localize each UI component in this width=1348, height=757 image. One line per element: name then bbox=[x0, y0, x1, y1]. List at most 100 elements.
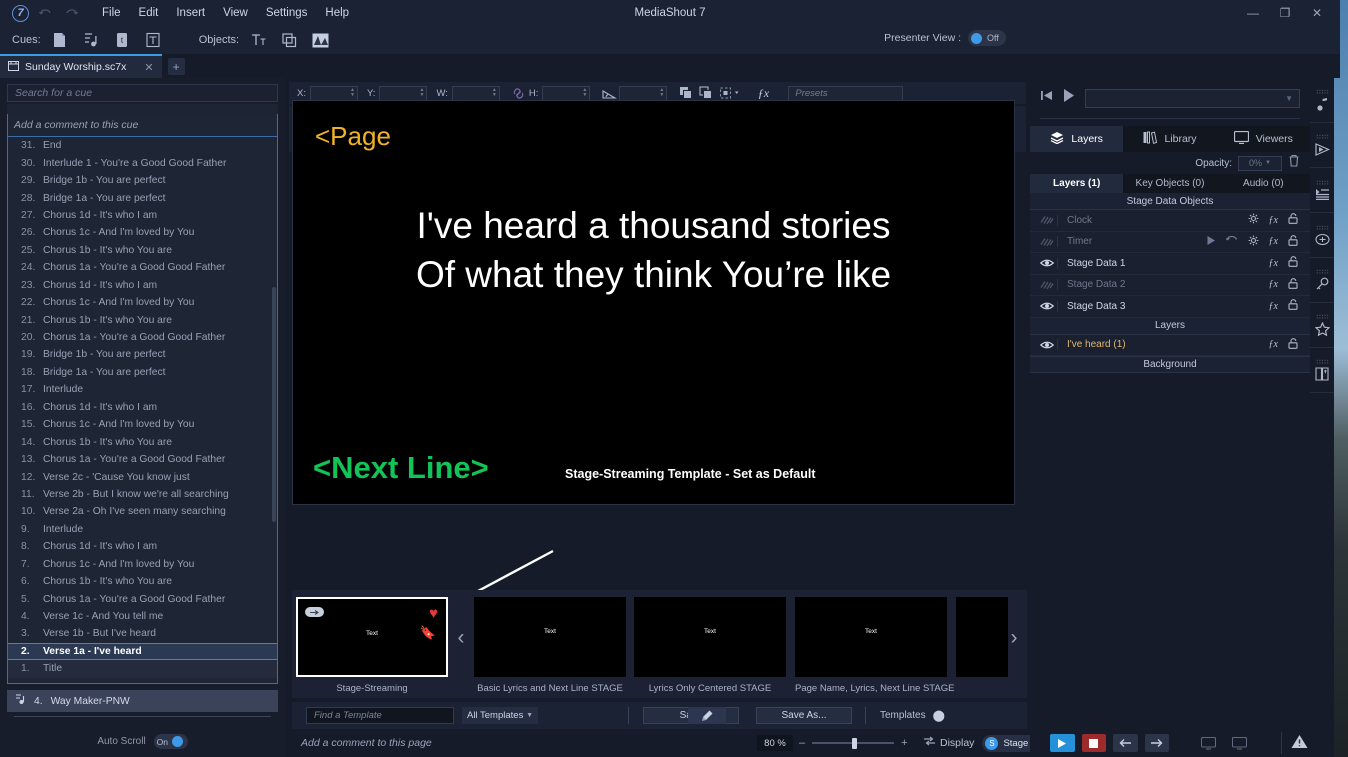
rotation-spinner[interactable]: ▲ ▼ bbox=[659, 88, 664, 98]
subtab-key-objects[interactable]: Key Objects (0) bbox=[1123, 174, 1217, 193]
cue-list-item[interactable]: 15. Chorus 1c - And I'm loved by You bbox=[8, 416, 277, 433]
cue-list-item[interactable]: 22. Chorus 1c - And I'm loved by You bbox=[8, 294, 277, 311]
fx-icon[interactable]: ƒx bbox=[1269, 279, 1278, 290]
y-input[interactable]: ▲ ▼ bbox=[379, 85, 428, 101]
cue-list-item[interactable]: 12. Verse 2c - 'Cause You know just bbox=[8, 468, 277, 485]
cue-list-item[interactable]: 25. Chorus 1b - It's who You are bbox=[8, 242, 277, 259]
cue-list-item[interactable]: 31. End bbox=[8, 137, 277, 154]
media-object-icon[interactable] bbox=[309, 30, 331, 50]
cue-list-scrollbar[interactable] bbox=[272, 287, 276, 522]
presenter-view-toggle[interactable]: Off bbox=[968, 30, 1006, 46]
skip-back-icon[interactable] bbox=[1040, 89, 1053, 107]
audio-cue-icon[interactable] bbox=[80, 30, 102, 50]
fx-icon[interactable]: ƒx bbox=[1269, 258, 1278, 269]
bible-book-icon[interactable] bbox=[1310, 348, 1334, 393]
page-comment-input[interactable]: Add a comment to this page bbox=[301, 737, 432, 749]
play-icon[interactable] bbox=[1062, 88, 1076, 108]
monitor-stage-icon[interactable] bbox=[1228, 734, 1253, 752]
stop-button[interactable] bbox=[1081, 734, 1106, 752]
bookmark-icon[interactable]: 🔖 bbox=[420, 625, 436, 641]
cue-list-item[interactable]: 21. Chorus 1b - It's who You are bbox=[8, 311, 277, 328]
zoom-out-button[interactable]: – bbox=[799, 737, 805, 749]
drag-grip[interactable] bbox=[1315, 133, 1329, 139]
w-spinner[interactable]: ▲ ▼ bbox=[492, 88, 497, 98]
opacity-select[interactable]: 0% ▼ bbox=[1238, 155, 1282, 171]
subtab-layers[interactable]: Layers (1) bbox=[1030, 174, 1124, 193]
redo-icon[interactable] bbox=[61, 3, 81, 23]
heart-icon[interactable]: ♥ bbox=[429, 605, 438, 622]
cue-list-item[interactable]: 17. Interlude bbox=[8, 381, 277, 398]
template-filter-select[interactable]: All Templates ▼ bbox=[462, 707, 538, 724]
fx-icon[interactable]: ƒx bbox=[1269, 301, 1278, 312]
eye-hidden-icon[interactable] bbox=[1036, 215, 1057, 225]
template-stage-streaming[interactable]: Text ♥ 🔖 Stage-Streaming bbox=[296, 597, 448, 694]
menu-edit[interactable]: Edit bbox=[130, 3, 168, 23]
menu-insert[interactable]: Insert bbox=[167, 3, 214, 23]
template-thumbnail[interactable]: Text bbox=[474, 597, 626, 677]
cue-list-item[interactable]: 14. Chorus 1b - It's who You are bbox=[8, 433, 277, 450]
template-thumbnail[interactable] bbox=[956, 597, 1008, 677]
cue-list[interactable]: 31. End 30. Interlude 1 - You're a Good Goo… bbox=[7, 136, 278, 684]
cue-comment-input[interactable]: Add a comment to this cue bbox=[7, 114, 278, 136]
eye-hidden-icon[interactable] bbox=[1036, 280, 1057, 290]
key-icon[interactable] bbox=[1310, 258, 1334, 303]
template-partial[interactable] bbox=[956, 597, 1008, 677]
tab-viewers[interactable]: Viewers bbox=[1216, 126, 1310, 152]
lock-icon[interactable] bbox=[1288, 277, 1300, 292]
reset-icon[interactable] bbox=[1225, 235, 1238, 248]
play-button[interactable] bbox=[1050, 734, 1075, 752]
previous-button[interactable] bbox=[1113, 734, 1138, 752]
templates-menu-button[interactable]: Templates ⬤ bbox=[880, 709, 945, 722]
trash-icon[interactable] bbox=[1288, 154, 1300, 172]
menu-help[interactable]: Help bbox=[316, 3, 358, 23]
shape-object-icon[interactable] bbox=[278, 30, 300, 50]
apply-template-brush-button[interactable] bbox=[688, 707, 726, 724]
save-as-button[interactable]: Save As... bbox=[756, 707, 852, 724]
audio-cue-row[interactable]: 4. Way Maker-PNW bbox=[7, 690, 278, 712]
tab-sunday-worship[interactable]: Sunday Worship.sc7x ✕ bbox=[0, 54, 162, 78]
tab-layers[interactable]: Layers bbox=[1030, 126, 1124, 152]
maximize-button[interactable]: ❐ bbox=[1270, 2, 1300, 24]
playlist-icon[interactable] bbox=[1310, 168, 1334, 213]
gear-icon[interactable] bbox=[1248, 235, 1259, 249]
warning-icon[interactable] bbox=[1291, 734, 1308, 752]
cue-list-item[interactable]: 27. Chorus 1d - It's who I am bbox=[8, 207, 277, 224]
cue-list-item[interactable]: 2. Verse 1a - I've heard bbox=[8, 642, 277, 661]
cue-list-item[interactable]: 26. Chorus 1c - And I'm loved by You bbox=[8, 224, 277, 241]
layer-row[interactable]: Timer ƒx bbox=[1030, 231, 1310, 253]
tab-library[interactable]: Library bbox=[1123, 126, 1217, 152]
video-play-icon[interactable] bbox=[1310, 123, 1334, 168]
x-spinner[interactable]: ▲ ▼ bbox=[350, 88, 355, 98]
undo-icon[interactable] bbox=[35, 3, 55, 23]
lock-icon[interactable] bbox=[1288, 213, 1300, 227]
zoom-slider-control[interactable]: – + bbox=[799, 734, 936, 752]
cue-list-item[interactable]: 8. Chorus 1d - It's who I am bbox=[8, 538, 277, 555]
zoom-slider-track[interactable] bbox=[812, 738, 895, 749]
lock-icon[interactable] bbox=[1288, 337, 1300, 352]
template-thumbnail[interactable]: Text bbox=[795, 597, 947, 677]
layer-row[interactable]: Stage Data 2 ƒx bbox=[1030, 274, 1310, 296]
eye-visible-icon[interactable] bbox=[1036, 258, 1057, 268]
text-cue-icon[interactable]: t bbox=[111, 30, 133, 50]
cue-list-item[interactable]: 20. Chorus 1a - You're a Good Good Father bbox=[8, 329, 277, 346]
layer-row[interactable]: I've heard (1) ƒx bbox=[1030, 334, 1310, 356]
template-thumbnail[interactable]: Text bbox=[634, 597, 786, 677]
cue-list-item[interactable]: 7. Chorus 1c - And I'm loved by You bbox=[8, 556, 277, 573]
zoom-in-button[interactable]: + bbox=[901, 737, 907, 749]
fx-icon[interactable]: ƒx bbox=[1269, 339, 1278, 350]
eye-visible-icon[interactable] bbox=[1036, 301, 1057, 311]
cue-list-item[interactable]: 28. Bridge 1a - You are perfect bbox=[8, 189, 277, 206]
slide-preview[interactable]: <Page I've heard a thousand stories Of w… bbox=[292, 100, 1015, 505]
cue-list-item[interactable]: 29. Bridge 1b - You are perfect bbox=[8, 172, 277, 189]
gear-icon[interactable] bbox=[1248, 213, 1259, 227]
cue-list-item[interactable]: 9. Interlude bbox=[8, 521, 277, 538]
lock-icon[interactable] bbox=[1288, 256, 1300, 270]
template-lyrics-only-centered[interactable]: Text Lyrics Only Centered STAGE bbox=[634, 597, 786, 694]
template-basic-lyrics[interactable]: Text Basic Lyrics and Next Line STAGE bbox=[474, 597, 626, 694]
w-input[interactable]: ▲ ▼ bbox=[451, 85, 500, 101]
link-circle-icon[interactable] bbox=[1310, 213, 1334, 258]
layer-transport-select[interactable]: ▼ bbox=[1085, 88, 1300, 108]
drag-grip[interactable] bbox=[1315, 359, 1329, 364]
play-icon[interactable] bbox=[1206, 235, 1216, 249]
minimize-button[interactable]: — bbox=[1238, 2, 1268, 24]
